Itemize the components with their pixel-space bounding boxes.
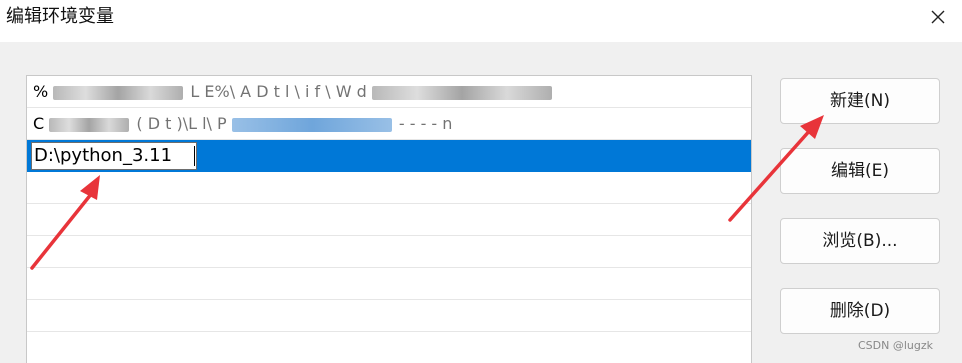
path-edit-value: D:\python_3.11 (34, 145, 173, 166)
close-button[interactable] (920, 0, 956, 34)
list-item[interactable]: % L E%\ A D t l \ i f \ W d (27, 76, 751, 108)
list-item-selected[interactable]: D:\python_3.11 (27, 140, 751, 172)
path-list[interactable]: % L E%\ A D t l \ i f \ W d C ( D t )\L … (26, 75, 752, 363)
redacted-text (231, 117, 392, 132)
title-bar: 编辑环境变量 (0, 0, 962, 42)
redacted-text (49, 117, 130, 132)
list-item-text: - - - - n (398, 114, 453, 133)
window-title: 编辑环境变量 (6, 6, 114, 27)
list-item-text: ( D t )\L l\ P (136, 114, 227, 133)
list-item-empty[interactable] (27, 332, 751, 363)
list-item-empty[interactable] (27, 204, 751, 236)
text-caret (194, 146, 195, 166)
list-item-empty[interactable] (27, 172, 751, 204)
list-item-text: % (33, 82, 49, 101)
delete-button[interactable]: 删除(D) (780, 288, 940, 334)
list-item-empty[interactable] (27, 236, 751, 268)
redacted-text (371, 85, 552, 100)
edit-button[interactable]: 编辑(E) (780, 148, 940, 194)
path-edit-input[interactable]: D:\python_3.11 (31, 142, 197, 170)
browse-button[interactable]: 浏览(B)... (780, 218, 940, 264)
list-item-empty[interactable] (27, 300, 751, 332)
close-icon (931, 10, 945, 24)
list-item-empty[interactable] (27, 268, 751, 300)
list-item-text: C (33, 114, 45, 133)
new-button[interactable]: 新建(N) (780, 78, 940, 124)
watermark: CSDN @lugzk (858, 339, 934, 352)
redacted-text (53, 85, 184, 100)
list-item-text: L E%\ A D t l \ i f \ W d (190, 82, 367, 101)
list-item[interactable]: C ( D t )\L l\ P - - - - n (27, 108, 751, 140)
